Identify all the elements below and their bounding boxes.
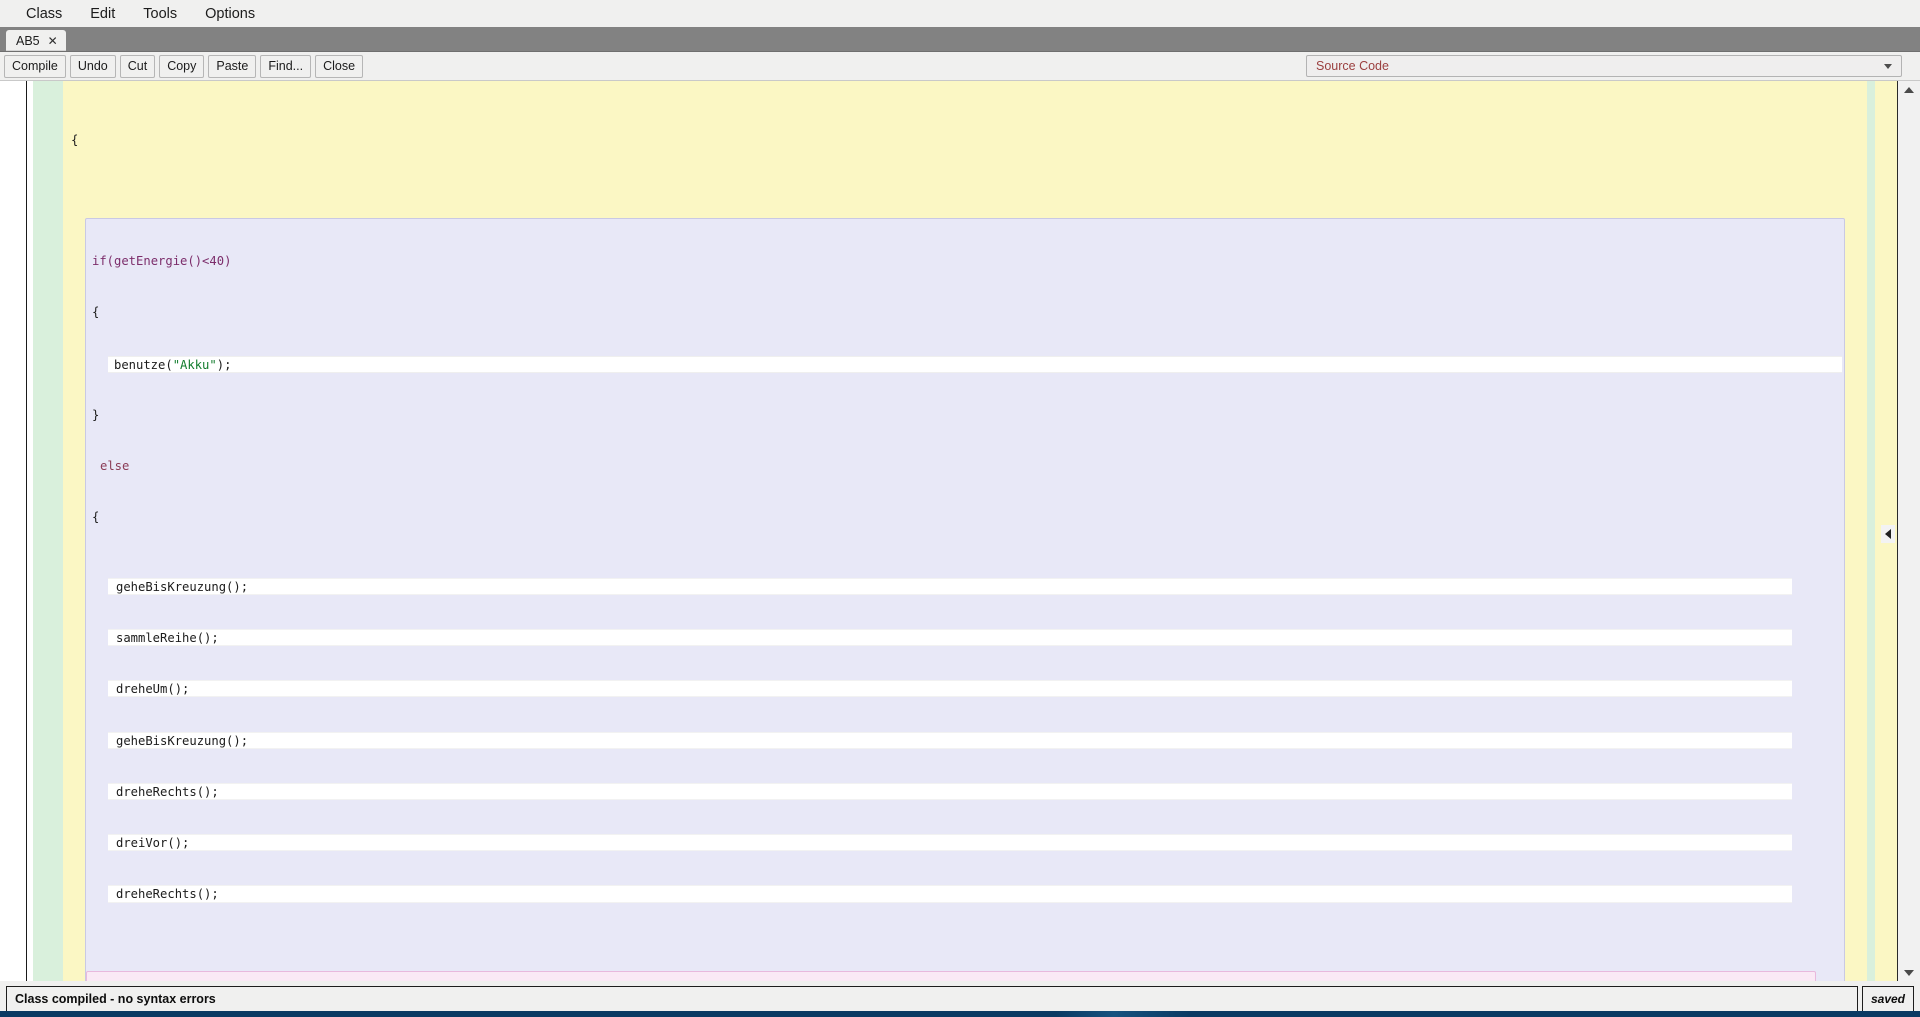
status-badge: saved xyxy=(1862,986,1914,1012)
chevron-up-icon xyxy=(1904,86,1914,93)
code-line: { xyxy=(92,305,100,320)
code-line-stmt: dreiVor(); xyxy=(108,834,1792,852)
code-scroll-pane[interactable]: { if(getEnergie()<40) { benutze("Akku");… xyxy=(27,81,1897,981)
find-button[interactable]: Find... xyxy=(260,54,312,78)
compile-button[interactable]: Compile xyxy=(4,54,66,78)
tab-label: AB5 xyxy=(16,33,40,48)
if-else-block: if(getEnergie()<40) { benutze("Akku"); }… xyxy=(85,217,1845,981)
menu-item-tools[interactable]: Tools xyxy=(129,4,191,24)
code-line-stmt: dreheRechts(); xyxy=(108,782,1792,800)
code-line: { xyxy=(92,510,100,525)
status-message: Class compiled - no syntax errors xyxy=(6,986,1858,1012)
close-icon[interactable]: ✕ xyxy=(48,35,58,47)
paste-button[interactable]: Paste xyxy=(208,54,257,78)
cut-button[interactable]: Cut xyxy=(119,54,156,78)
undo-button[interactable]: Undo xyxy=(69,54,116,78)
code-line-stmt: dreheRechts(); xyxy=(108,885,1792,903)
code-line-stmt: dreheUm(); xyxy=(108,680,1792,698)
source-code-text[interactable]: { if(getEnergie()<40) { benutze("Akku");… xyxy=(27,81,1897,981)
tab-strip: AB5 ✕ xyxy=(0,27,1920,52)
scrollbar-track[interactable] xyxy=(1898,98,1920,964)
view-mode-value: Source Code xyxy=(1316,59,1389,73)
line-number-gutter xyxy=(0,81,27,981)
collapse-panel-handle[interactable] xyxy=(1881,525,1895,543)
code-line-benutze-akku: benutze("Akku"); xyxy=(108,355,1842,373)
code-line: } xyxy=(92,407,100,422)
menu-item-class[interactable]: Class xyxy=(12,4,76,24)
scroll-down-button[interactable] xyxy=(1898,964,1920,981)
code-line: { xyxy=(71,133,79,148)
editor-area: { if(getEnergie()<40) { benutze("Akku");… xyxy=(0,80,1920,981)
vertical-scrollbar[interactable] xyxy=(1897,81,1920,981)
close-button[interactable]: Close xyxy=(315,54,364,78)
chevron-down-icon xyxy=(1884,63,1892,69)
scroll-up-button[interactable] xyxy=(1898,81,1920,98)
menu-bar: Class Edit Tools Options xyxy=(0,0,1920,27)
menu-item-options[interactable]: Options xyxy=(191,4,269,24)
os-taskbar-strip xyxy=(0,1011,1920,1017)
code-line-stmt: sammleReihe(); xyxy=(108,629,1792,647)
chevron-down-icon xyxy=(1904,969,1914,976)
while-block: while(!istVorne("Atommuell")) { einsVor(… xyxy=(86,970,1816,981)
code-line-stmt: geheBisKreuzung(); xyxy=(108,731,1792,749)
tab-ab5[interactable]: AB5 ✕ xyxy=(6,30,66,51)
editor-toolbar: Compile Undo Cut Copy Paste Find... Clos… xyxy=(0,52,1920,80)
menu-item-edit[interactable]: Edit xyxy=(76,4,129,24)
code-line-else: else xyxy=(100,459,130,474)
code-line-stmt: geheBisKreuzung(); xyxy=(108,577,1792,595)
code-line-if-header: if(getEnergie()<40) xyxy=(92,253,232,268)
triangle-left-icon xyxy=(1885,529,1891,539)
view-mode-select[interactable]: Source Code xyxy=(1306,55,1902,77)
bluej-editor-window: Class Edit Tools Options AB5 ✕ Compile U… xyxy=(0,0,1920,1017)
copy-button[interactable]: Copy xyxy=(159,54,205,78)
